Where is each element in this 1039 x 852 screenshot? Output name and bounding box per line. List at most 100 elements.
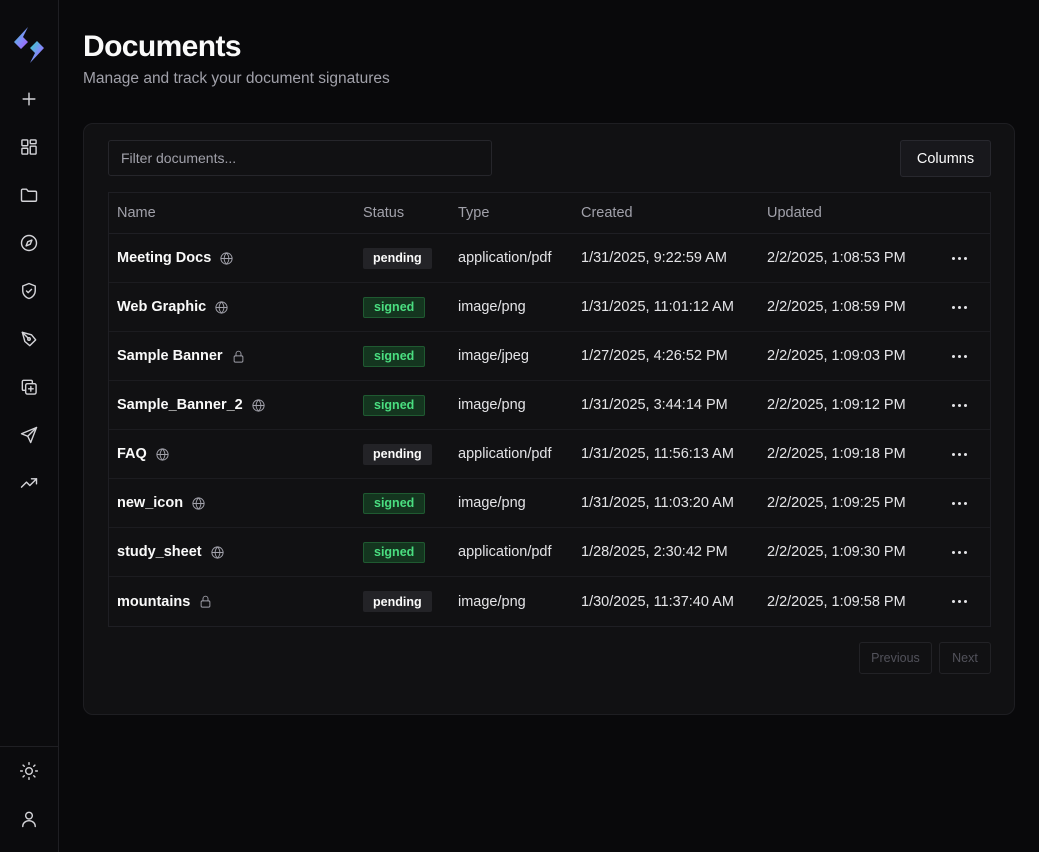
status-cell: pending [363,234,432,282]
pen-tool-icon[interactable] [17,327,41,351]
created-cell: 1/31/2025, 11:56:13 AM [581,446,734,462]
row-actions-button[interactable] [949,577,969,626]
trending-up-icon[interactable] [17,471,41,495]
document-name[interactable]: Meeting Docs [117,250,211,266]
document-name[interactable]: study_sheet [117,544,202,560]
status-cell: signed [363,479,426,527]
updated-cell: 2/2/2025, 1:09:58 PM [767,593,906,610]
table-row[interactable]: Sample Banner signed image/jpeg 1/27/2025, … [109,332,990,381]
document-name-cell[interactable]: Sample_Banner_2 [117,381,266,429]
type-cell: application/pdf [458,250,552,266]
row-actions-button[interactable] [949,234,969,282]
table-row[interactable]: mountains pending image/png 1/30/2025, 11:3… [109,577,990,626]
more-horizontal-icon [951,354,967,358]
status-badge: signed [363,345,426,367]
table-row[interactable]: new_icon signed image/png 1/31/2025, 11:03:… [109,479,990,528]
status-cell: pending [363,430,432,478]
page-subtitle: Manage and track your document signature… [83,70,390,87]
created-cell: 1/31/2025, 9:22:59 AM [581,250,727,266]
globe-icon [191,496,206,511]
more-horizontal-icon [951,600,967,603]
next-button[interactable]: Next [939,642,991,674]
updated-cell: 2/2/2025, 1:09:30 PM [767,544,906,560]
document-name-cell[interactable]: mountains [117,577,213,626]
type-cell: application/pdf [458,544,552,560]
dashboard-grid-icon[interactable] [17,135,41,159]
document-name-cell[interactable]: new_icon [117,479,206,527]
row-actions-button[interactable] [949,528,969,576]
column-header-updated[interactable]: Updated [767,193,822,233]
row-actions-button[interactable] [949,381,969,429]
lock-icon [231,349,246,364]
plus-icon[interactable] [17,87,41,111]
more-horizontal-icon [951,501,967,505]
status-badge: signed [363,541,426,563]
folder-icon[interactable] [17,183,41,207]
shield-check-icon[interactable] [17,279,41,303]
table-row[interactable]: Meeting Docs pending application/pdf 1/31/2… [109,234,990,283]
more-horizontal-icon [951,256,967,260]
send-icon[interactable] [17,423,41,447]
globe-icon [155,447,170,462]
row-actions-button[interactable] [949,430,969,478]
document-name[interactable]: Sample Banner [117,348,223,364]
columns-button[interactable]: Columns [900,140,991,177]
type-cell: application/pdf [458,446,552,462]
row-actions-button[interactable] [949,479,969,527]
row-actions-button[interactable] [949,332,969,380]
table-row[interactable]: study_sheet signed application/pdf 1/28/202… [109,528,990,577]
column-header-type[interactable]: Type [458,193,489,233]
status-badge: pending [363,247,432,269]
filter-input[interactable] [108,140,492,176]
page-title: Documents [83,30,242,63]
status-cell: pending [363,577,432,626]
status-cell: signed [363,332,426,380]
document-name[interactable]: Web Graphic [117,299,206,315]
user-icon[interactable] [17,807,41,831]
app-logo[interactable] [11,25,47,65]
column-header-created[interactable]: Created [581,193,633,233]
more-horizontal-icon [951,550,967,554]
documents-card: Columns Name Status Type Created Updated… [83,123,1015,715]
sidebar-divider [0,746,58,747]
copy-plus-icon[interactable] [17,375,41,399]
table-row[interactable]: Web Graphic signed image/png 1/31/2025, 11:… [109,283,990,332]
created-cell: 1/31/2025, 11:01:12 AM [581,299,734,315]
sidebar [0,0,59,852]
document-name[interactable]: Sample_Banner_2 [117,397,243,413]
document-name-cell[interactable]: study_sheet [117,528,225,576]
type-cell: image/png [458,495,526,511]
status-badge: signed [363,394,426,416]
type-cell: image/png [458,593,526,610]
compass-icon[interactable] [17,231,41,255]
type-cell: image/png [458,397,526,413]
document-name[interactable]: FAQ [117,446,147,462]
documents-table: Name Status Type Created Updated Meeting… [108,192,991,627]
table-header: Name Status Type Created Updated [109,193,990,234]
status-badge: pending [363,591,432,612]
document-name-cell[interactable]: Sample Banner [117,332,246,380]
globe-icon [251,398,266,413]
previous-button[interactable]: Previous [859,642,932,674]
table-row[interactable]: FAQ pending application/pdf 1/31/2025, 11:5… [109,430,990,479]
status-cell: signed [363,381,426,429]
type-cell: image/jpeg [458,348,529,364]
document-name-cell[interactable]: Meeting Docs [117,234,234,282]
document-name[interactable]: mountains [117,594,190,610]
document-name-cell[interactable]: FAQ [117,430,170,478]
column-header-status[interactable]: Status [363,193,404,233]
sun-icon[interactable] [17,759,41,783]
more-horizontal-icon [951,452,967,456]
updated-cell: 2/2/2025, 1:09:12 PM [767,397,906,413]
created-cell: 1/31/2025, 11:03:20 AM [581,495,734,511]
more-horizontal-icon [951,403,967,407]
status-badge: signed [363,492,426,514]
status-badge: pending [363,443,432,465]
column-header-name[interactable]: Name [117,193,156,233]
document-name[interactable]: new_icon [117,495,183,511]
row-actions-button[interactable] [949,283,969,331]
updated-cell: 2/2/2025, 1:08:53 PM [767,250,906,266]
table-row[interactable]: Sample_Banner_2 signed image/png 1/31/2025,… [109,381,990,430]
updated-cell: 2/2/2025, 1:09:03 PM [767,348,906,364]
document-name-cell[interactable]: Web Graphic [117,283,229,331]
